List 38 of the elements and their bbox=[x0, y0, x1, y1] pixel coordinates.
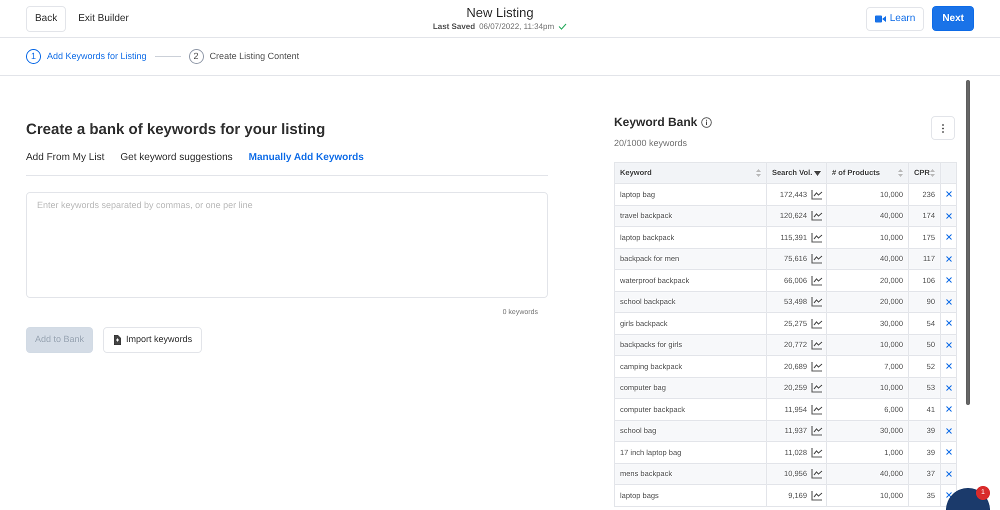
section-heading: Create a bank of keywords for your listing bbox=[26, 120, 326, 140]
trend-icon[interactable] bbox=[811, 382, 823, 394]
step[interactable]: 2 Create Listing Content bbox=[188, 49, 300, 64]
trend-icon[interactable] bbox=[811, 210, 823, 222]
trend-icon[interactable] bbox=[811, 404, 823, 415]
video-camera-icon bbox=[874, 14, 886, 22]
next-button[interactable]: Next bbox=[932, 6, 974, 31]
sort-descending-icon[interactable] bbox=[814, 170, 821, 176]
trend-icon[interactable] bbox=[811, 468, 823, 480]
scrollbar[interactable] bbox=[966, 80, 970, 405]
trend-icon[interactable] bbox=[811, 446, 823, 458]
trend-icon[interactable] bbox=[811, 490, 823, 501]
file-icon bbox=[113, 334, 122, 344]
keyword-bank-title: Keyword Bank bbox=[614, 114, 698, 130]
trend-icon[interactable] bbox=[811, 232, 823, 243]
trend-icon[interactable] bbox=[811, 318, 823, 329]
keywords-input-field[interactable]: Enter keywords separated by commas, or one per line bbox=[26, 192, 548, 298]
tab[interactable]: Add From My List bbox=[26, 150, 104, 165]
trend-icon[interactable] bbox=[811, 425, 823, 436]
learn-button[interactable]: Learn bbox=[866, 6, 924, 30]
trend-icon[interactable] bbox=[811, 339, 823, 350]
trend-icon[interactable] bbox=[811, 296, 823, 308]
trend-icon[interactable] bbox=[811, 253, 823, 264]
trend-icon[interactable] bbox=[811, 188, 823, 200]
keyword-bank-count: 20/1000 keywords bbox=[614, 138, 688, 148]
step[interactable]: 1 Add Keywords for Listing bbox=[26, 49, 147, 64]
page-title: New Listing bbox=[466, 5, 534, 21]
tab[interactable]: Manually Add Keywords bbox=[248, 150, 364, 165]
remove-icon[interactable] bbox=[946, 492, 952, 498]
last-saved-label: Last Saved bbox=[432, 21, 476, 32]
trend-icon[interactable] bbox=[811, 274, 823, 286]
back-button[interactable]: Back bbox=[26, 6, 66, 32]
trend-icon[interactable] bbox=[811, 360, 823, 372]
exit-builder-button[interactable]: Exit Builder bbox=[70, 6, 137, 32]
info-icon[interactable] bbox=[701, 116, 712, 128]
import-keywords-button[interactable]: Import keywords bbox=[103, 326, 202, 352]
tab[interactable]: Get keyword suggestions bbox=[120, 150, 233, 165]
last-saved-time: 06/07/2022, 11:34pm bbox=[479, 21, 554, 32]
